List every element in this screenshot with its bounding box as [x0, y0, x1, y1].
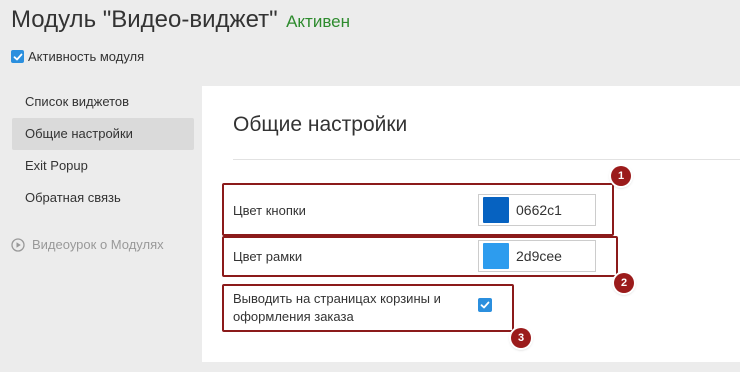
annotation-badge-1: 1: [611, 166, 631, 186]
annotation-box-1: [222, 183, 614, 236]
annotation-badge-3: 3: [511, 328, 531, 348]
annotation-box-3: [222, 284, 514, 332]
page-title: Модуль "Видео-виджет": [11, 6, 278, 33]
sidebar-item-feedback[interactable]: Обратная связь: [12, 182, 194, 214]
sidebar-item-general-settings[interactable]: Общие настройки: [12, 118, 194, 150]
page-header: Модуль "Видео-виджет" Активен: [11, 6, 350, 34]
annotation-badge-2: 2: [614, 273, 634, 293]
panel-divider: [233, 159, 740, 160]
module-active-toggle[interactable]: Активность модуля: [11, 49, 144, 64]
annotation-box-2: [222, 236, 618, 277]
sidebar-video-tutorial-link[interactable]: Видеоурок о Модулях: [11, 237, 164, 252]
sidebar-nav: Список виджетов Общие настройки Exit Pop…: [12, 86, 194, 214]
checkmark-icon: [13, 53, 22, 60]
play-circle-icon: [11, 237, 25, 252]
module-active-label: Активность модуля: [28, 49, 145, 64]
module-active-checkbox[interactable]: [11, 50, 24, 63]
video-tutorial-label: Видеоурок о Модулях: [32, 237, 164, 252]
sidebar-item-widget-list[interactable]: Список виджетов: [12, 86, 194, 118]
panel-title: Общие настройки: [233, 113, 408, 136]
status-label: Активен: [286, 12, 351, 31]
sidebar-item-exit-popup[interactable]: Exit Popup: [12, 150, 194, 182]
